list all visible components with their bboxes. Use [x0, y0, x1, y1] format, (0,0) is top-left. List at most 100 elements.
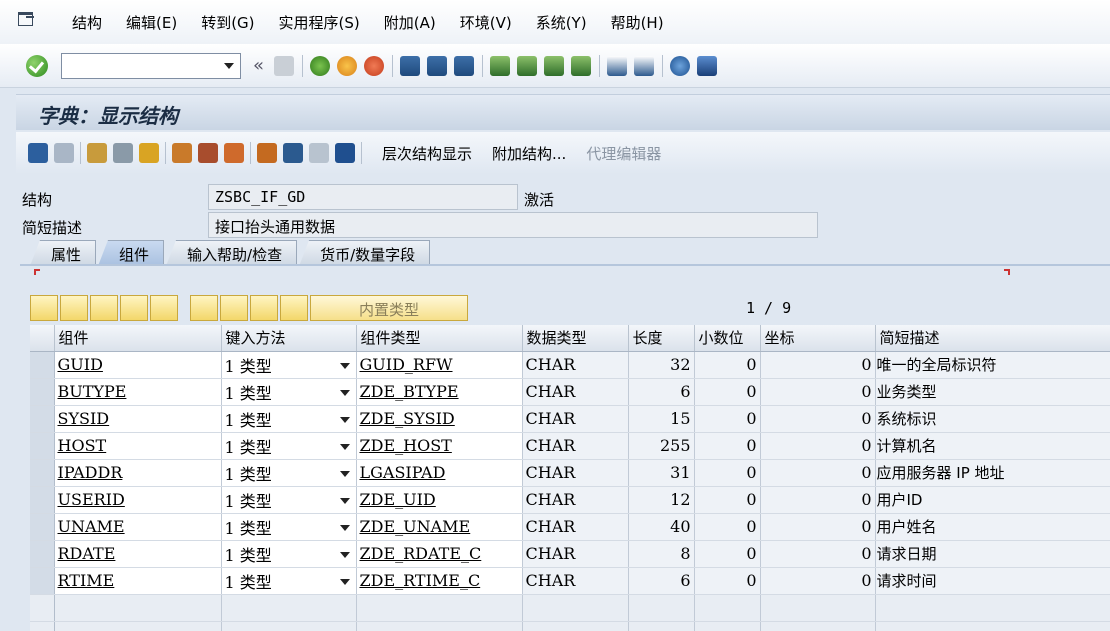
enter-checkmark-icon[interactable] — [26, 54, 48, 77]
row-selector[interactable] — [30, 621, 55, 631]
chevron-down-icon[interactable] — [339, 389, 350, 396]
empty-cell[interactable] — [54, 594, 222, 622]
create-session-icon[interactable] — [607, 55, 628, 76]
command-dropdown-icon[interactable] — [224, 62, 234, 69]
column-header[interactable]: 简短描述 — [875, 325, 1110, 352]
component-cell[interactable]: RDATE — [54, 540, 222, 568]
short-desc-field[interactable]: 接口抬头通用数据 — [208, 212, 818, 238]
row-selector[interactable] — [30, 594, 55, 622]
filter-icon[interactable] — [190, 295, 218, 321]
column-header[interactable]: 坐标 — [760, 325, 876, 352]
component-cell-text[interactable]: RDATE — [58, 544, 116, 563]
select-all-icon[interactable] — [220, 295, 248, 321]
component-type-cell[interactable]: ZDE_RDATE_C — [356, 540, 523, 568]
chevron-down-icon[interactable] — [339, 551, 350, 558]
component-cell-text[interactable]: HOST — [58, 436, 107, 455]
test-icon[interactable] — [198, 143, 218, 163]
table-row[interactable]: UNAME 1 类型 ZDE_UNAME CHAR 40 0 0 用户姓名 — [30, 513, 1110, 541]
component-cell[interactable]: UNAME — [54, 513, 222, 541]
empty-cell[interactable] — [694, 594, 761, 622]
back-arrow-icon[interactable] — [28, 143, 48, 163]
typing-method-select[interactable]: 1 类型 — [221, 486, 357, 514]
component-cell[interactable]: RTIME — [54, 567, 222, 595]
chevron-down-icon[interactable] — [339, 362, 350, 369]
component-type-cell-text[interactable]: ZDE_SYSID — [360, 409, 455, 428]
append-structure-button[interactable]: 附加结构... — [492, 143, 566, 164]
row-selector[interactable] — [30, 459, 55, 487]
customize-layout-icon[interactable] — [697, 55, 718, 76]
table-row[interactable]: BUTYPE 1 类型 ZDE_BTYPE CHAR 6 0 0 业务类型 — [30, 378, 1110, 406]
collapse-command-icon[interactable]: « — [253, 55, 264, 76]
component-type-cell-text[interactable]: ZDE_HOST — [360, 436, 452, 455]
empty-cell[interactable] — [628, 621, 695, 631]
menu-environment[interactable]: 环境(V) — [460, 12, 512, 33]
menu-help[interactable]: 帮助(H) — [611, 12, 664, 33]
menu-structure[interactable]: 结构 — [72, 12, 102, 33]
component-type-cell-text[interactable]: ZDE_BTYPE — [360, 382, 459, 401]
empty-cell[interactable] — [54, 621, 222, 631]
component-cell-text[interactable]: RTIME — [58, 571, 115, 590]
menu-edit[interactable]: 编辑(E) — [126, 12, 177, 33]
component-type-cell[interactable]: ZDE_UNAME — [356, 513, 523, 541]
component-type-cell[interactable]: GUID_RFW — [356, 351, 523, 379]
copy-icon[interactable] — [60, 295, 88, 321]
forward-arrow-icon[interactable] — [54, 143, 74, 163]
component-type-cell[interactable]: ZDE_UID — [356, 486, 523, 514]
column-header[interactable]: 组件 — [54, 325, 222, 352]
column-header[interactable]: 键入方法 — [221, 325, 357, 352]
table-row[interactable]: IPADDR 1 类型 LGASIPAD CHAR 31 0 0 应用服务器 IP 地址 — [30, 459, 1110, 487]
typing-method-select[interactable]: 1 类型 — [221, 513, 357, 541]
empty-cell[interactable] — [875, 594, 1110, 622]
back-icon[interactable] — [310, 55, 331, 76]
activate-icon[interactable] — [172, 143, 192, 163]
empty-cell[interactable] — [760, 594, 876, 622]
typing-method-select[interactable]: 1 类型 — [221, 432, 357, 460]
component-type-cell[interactable]: ZDE_BTYPE — [356, 378, 523, 406]
tab-attributes[interactable]: 属性 — [30, 240, 97, 266]
table-row[interactable]: HOST 1 类型 ZDE_HOST CHAR 255 0 0 计算机名 — [30, 432, 1110, 460]
tab-input-help[interactable]: 输入帮助/检查 — [166, 240, 298, 266]
component-type-cell[interactable]: ZDE_HOST — [356, 432, 523, 460]
component-type-cell-text[interactable]: ZDE_UNAME — [360, 517, 471, 536]
table-row[interactable]: USERID 1 类型 ZDE_UID CHAR 12 0 0 用户ID — [30, 486, 1110, 514]
find-icon[interactable] — [427, 55, 448, 76]
row-selector[interactable] — [30, 432, 55, 460]
row-selector[interactable] — [30, 378, 55, 406]
component-cell-text[interactable]: GUID — [58, 355, 103, 374]
row-selector[interactable] — [30, 513, 55, 541]
component-cell[interactable]: SYSID — [54, 405, 222, 433]
component-cell-text[interactable]: BUTYPE — [58, 382, 127, 401]
component-type-cell-text[interactable]: GUID_RFW — [360, 355, 453, 374]
menu-system[interactable]: 系统(Y) — [536, 12, 587, 33]
chevron-down-icon[interactable] — [339, 416, 350, 423]
empty-cell[interactable] — [221, 621, 357, 631]
tab-currency-quantity[interactable]: 货币/数量字段 — [299, 240, 431, 266]
empty-cell[interactable] — [628, 594, 695, 622]
last-page-icon[interactable] — [571, 55, 592, 76]
exit-icon[interactable] — [337, 55, 358, 76]
info-icon[interactable] — [335, 143, 355, 163]
chevron-down-icon[interactable] — [339, 470, 350, 477]
table-row[interactable]: SYSID 1 类型 ZDE_SYSID CHAR 15 0 0 系统标识 — [30, 405, 1110, 433]
table-row[interactable]: GUID 1 类型 GUID_RFW CHAR 32 0 0 唯一的全局标识符 — [30, 351, 1110, 379]
check-icon[interactable] — [139, 143, 159, 163]
layout-icon[interactable] — [309, 143, 329, 163]
column-header[interactable]: 组件类型 — [356, 325, 523, 352]
empty-row[interactable] — [30, 621, 1110, 631]
menu-extras[interactable]: 附加(A) — [384, 12, 436, 33]
component-type-cell-text[interactable]: ZDE_RDATE_C — [360, 544, 482, 563]
component-type-cell-text[interactable]: ZDE_UID — [360, 490, 436, 509]
column-header[interactable]: 数据类型 — [522, 325, 629, 352]
empty-cell[interactable] — [356, 621, 523, 631]
component-cell[interactable]: USERID — [54, 486, 222, 514]
empty-row[interactable] — [30, 594, 1110, 622]
component-cell[interactable]: IPADDR — [54, 459, 222, 487]
help-icon[interactable] — [670, 55, 691, 76]
tab-components[interactable]: 组件 — [98, 240, 165, 266]
typing-method-select[interactable]: 1 类型 — [221, 405, 357, 433]
empty-cell[interactable] — [694, 621, 761, 631]
empty-cell[interactable] — [522, 594, 629, 622]
sort-icon[interactable] — [280, 295, 308, 321]
chevron-down-icon[interactable] — [339, 578, 350, 585]
menu-goto[interactable]: 转到(G) — [201, 12, 254, 33]
